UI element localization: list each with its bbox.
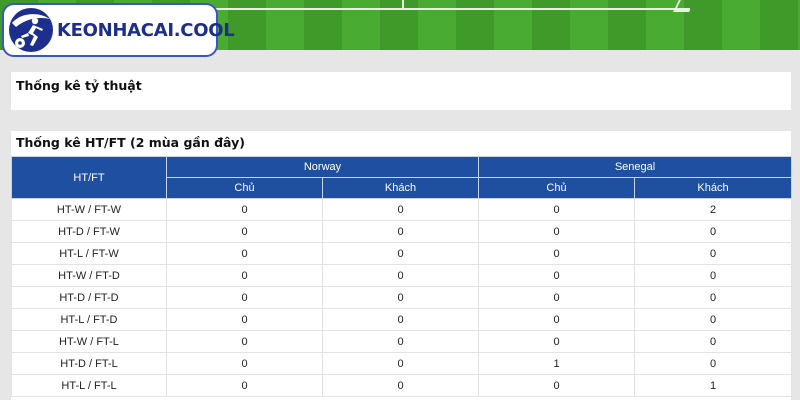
row-label: HT-D / FT-L — [11, 352, 167, 375]
stat-cell: 0 — [166, 330, 323, 353]
htft-stats-title: Thống kê HT/FT (2 mùa gần đây) — [16, 135, 245, 150]
stat-cell: 0 — [166, 308, 323, 331]
stat-cell: 0 — [478, 220, 636, 243]
header-norway-home: Chủ — [166, 177, 323, 199]
stat-cell: 0 — [166, 352, 323, 375]
stat-cell: 1 — [478, 352, 636, 375]
table-row: HT-D / FT-D 0 0 0 0 — [11, 286, 793, 309]
table-row: HT-W / FT-L 0 0 0 0 — [11, 330, 793, 353]
stat-cell: 1 — [634, 374, 793, 397]
table-row: HT-D / FT-W 0 0 0 0 — [11, 220, 793, 243]
logo-text: KEONHACAI.COOL — [57, 19, 235, 41]
stat-cell: 0 — [634, 352, 793, 375]
stat-cell: 0 — [478, 286, 636, 309]
stat-cell: 0 — [478, 374, 636, 397]
stat-cell: 0 — [321, 264, 480, 287]
stat-cell: 0 — [478, 264, 636, 287]
table-row: HT-L / FT-L 0 0 0 1 — [11, 374, 793, 397]
row-label: HT-L / FT-W — [11, 242, 167, 265]
pitch-goal-line — [673, 0, 695, 12]
stat-cell: 0 — [634, 264, 793, 287]
header-team-norway: Norway — [165, 156, 480, 178]
stat-cell: 0 — [634, 220, 793, 243]
soccer-player-ball-icon — [9, 8, 53, 52]
table-row: HT-D / FT-L 0 0 1 0 — [11, 352, 793, 375]
stat-cell: 0 — [321, 198, 480, 221]
stat-cell: 0 — [321, 330, 480, 353]
header-norway-away: Khách — [321, 177, 480, 199]
stat-cell: 2 — [634, 198, 793, 221]
table-row: HT-W / FT-W 0 0 0 2 — [11, 198, 793, 221]
row-label: HT-D / FT-W — [11, 220, 167, 243]
row-label: HT-L / FT-L — [11, 374, 167, 397]
header-htft: HT/FT — [11, 156, 167, 199]
table-row: HT-L / FT-W 0 0 0 0 — [11, 242, 793, 265]
table-row: HT-W / FT-D 0 0 0 0 — [11, 264, 793, 287]
stat-cell: 0 — [634, 242, 793, 265]
stat-cell: 0 — [321, 352, 480, 375]
header-senegal-home: Chủ — [478, 177, 636, 199]
row-label: HT-W / FT-W — [11, 198, 167, 221]
stat-cell: 0 — [166, 286, 323, 309]
stat-cell: 0 — [321, 374, 480, 397]
stat-cell: 0 — [478, 330, 636, 353]
htft-stats-panel: Thống kê HT/FT (2 mùa gần đây) HT/FT Nor… — [11, 131, 793, 400]
stat-cell: 0 — [321, 286, 480, 309]
stat-cell: 0 — [321, 242, 480, 265]
row-label: HT-W / FT-D — [11, 264, 167, 287]
stat-cell: 0 — [478, 308, 636, 331]
header-team-senegal: Senegal — [478, 156, 793, 178]
pitch-line — [210, 8, 690, 10]
stat-cell: 0 — [321, 220, 480, 243]
row-label: HT-L / FT-D — [11, 308, 167, 331]
stat-cell: 0 — [478, 242, 636, 265]
row-label: HT-W / FT-L — [11, 330, 167, 353]
header-senegal-away: Khách — [634, 177, 793, 199]
stat-cell: 0 — [321, 308, 480, 331]
stat-cell: 0 — [166, 198, 323, 221]
odds-stats-panel: Thống kê tỷ thuật — [11, 72, 791, 110]
stat-cell: 0 — [166, 220, 323, 243]
site-logo[interactable]: KEONHACAI.COOL — [2, 3, 235, 57]
htft-table: HT/FT Norway Senegal Chủ Khách Chủ Khách… — [11, 156, 793, 397]
pitch-line — [402, 0, 404, 10]
stat-cell: 0 — [166, 374, 323, 397]
stat-cell: 0 — [478, 198, 636, 221]
stat-cell: 0 — [634, 286, 793, 309]
table-row: HT-L / FT-D 0 0 0 0 — [11, 308, 793, 331]
stat-cell: 0 — [634, 308, 793, 331]
stat-cell: 0 — [634, 330, 793, 353]
stat-cell: 0 — [166, 264, 323, 287]
odds-stats-title: Thống kê tỷ thuật — [16, 78, 142, 93]
row-label: HT-D / FT-D — [11, 286, 167, 309]
htft-table-body: HT-W / FT-W 0 0 0 2 HT-D / FT-W 0 0 0 0 HT-L / FT-… — [11, 198, 793, 397]
stat-cell: 0 — [166, 242, 323, 265]
